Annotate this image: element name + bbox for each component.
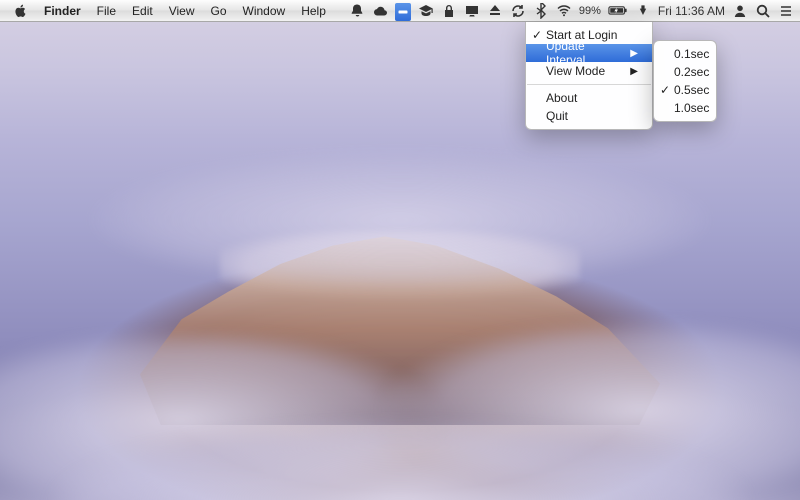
menu-view[interactable]: View	[161, 0, 203, 22]
update-interval-submenu: 0.1sec 0.2sec ✓ 0.5sec 1.0sec	[653, 40, 717, 122]
menu-item-label: 0.1sec	[674, 47, 709, 61]
menu-item-label: 0.5sec	[674, 83, 709, 97]
menu-item-label: About	[546, 91, 577, 105]
wallpaper-cloud	[90, 150, 710, 290]
menu-edit[interactable]: Edit	[124, 0, 161, 22]
menu-item-label: 0.2sec	[674, 65, 709, 79]
status-sync-icon[interactable]	[510, 3, 526, 19]
notification-center-icon[interactable]	[778, 3, 794, 19]
status-app-menu: ✓ Start at Login Update Interval ▶ View …	[525, 22, 653, 130]
menu-bar-clock[interactable]: Fri 11:36 AM	[658, 4, 725, 18]
check-icon: ✓	[659, 83, 671, 97]
submenu-item-1-0sec[interactable]: 1.0sec	[654, 99, 716, 117]
menu-window[interactable]: Window	[235, 0, 294, 22]
menu-file[interactable]: File	[89, 0, 124, 22]
app-menu[interactable]: Finder	[36, 0, 89, 22]
apple-menu[interactable]	[6, 0, 36, 22]
menu-bar-left: Finder File Edit View Go Window Help	[6, 0, 334, 22]
menu-bar-right: 99% Fri 11:36 AM	[349, 1, 794, 21]
menu-item-about[interactable]: About	[526, 89, 652, 107]
menu-item-quit[interactable]: Quit	[526, 107, 652, 125]
user-icon[interactable]	[732, 3, 748, 19]
apple-icon	[14, 4, 28, 18]
menu-item-update-interval[interactable]: Update Interval ▶	[526, 44, 652, 62]
submenu-item-0-2sec[interactable]: 0.2sec	[654, 63, 716, 81]
menu-item-label: 1.0sec	[674, 101, 709, 115]
status-lock-icon[interactable]	[441, 3, 457, 19]
menu-bar: Finder File Edit View Go Window Help	[0, 0, 800, 22]
menu-item-label: Quit	[546, 109, 568, 123]
battery-icon[interactable]	[608, 3, 628, 19]
submenu-item-0-1sec[interactable]: 0.1sec	[654, 45, 716, 63]
bluetooth-icon[interactable]	[533, 3, 549, 19]
menu-go[interactable]: Go	[203, 0, 235, 22]
charging-icon	[635, 3, 651, 19]
battery-percent[interactable]: 99%	[579, 5, 601, 17]
status-app-icon-active[interactable]	[395, 3, 411, 21]
menu-item-view-mode[interactable]: View Mode ▶	[526, 62, 652, 80]
submenu-arrow-icon: ▶	[612, 48, 638, 59]
submenu-arrow-icon: ▶	[612, 66, 638, 77]
status-bell-icon[interactable]	[349, 3, 365, 19]
menu-separator	[527, 84, 651, 85]
menu-item-label: View Mode	[546, 64, 605, 78]
menu-help[interactable]: Help	[293, 0, 334, 22]
check-icon: ✓	[531, 28, 543, 42]
spotlight-icon[interactable]	[755, 3, 771, 19]
submenu-item-0-5sec[interactable]: ✓ 0.5sec	[654, 81, 716, 99]
status-eject-icon[interactable]	[487, 3, 503, 19]
status-cloud-icon[interactable]	[372, 3, 388, 19]
status-hat-icon[interactable]	[418, 3, 434, 19]
status-display-icon[interactable]	[464, 3, 480, 19]
wifi-icon[interactable]	[556, 3, 572, 19]
